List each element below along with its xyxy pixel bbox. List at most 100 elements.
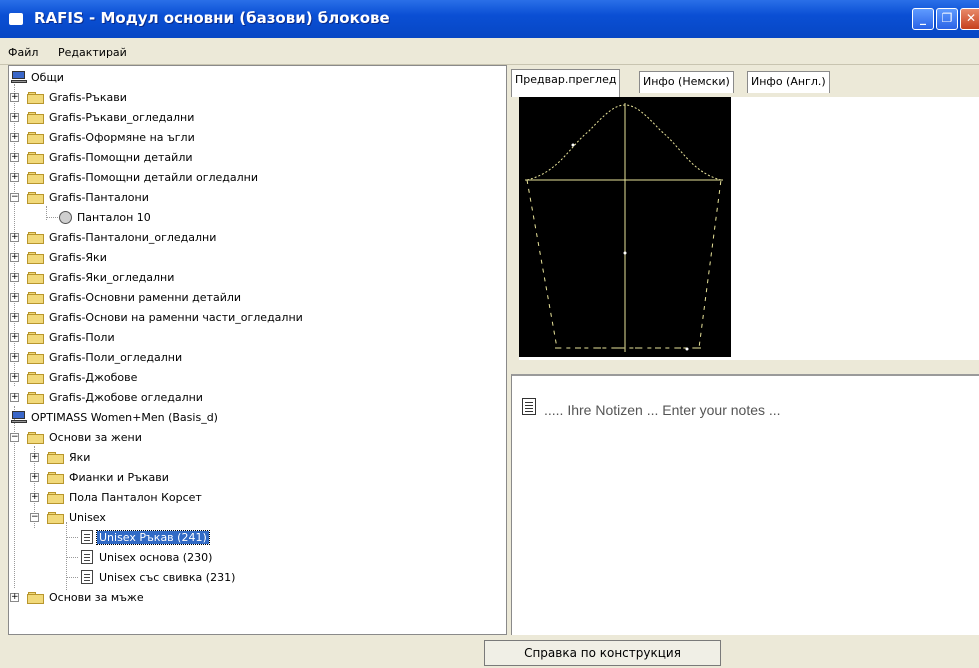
tree-item-label: Фианки и Ръкави [69,471,169,484]
folder-icon [27,231,44,244]
folder-icon [27,271,44,284]
tree-item[interactable]: Unisex основа (230) [9,548,499,567]
tree-item-label: Grafis-Ръкави [49,91,127,104]
tree-item[interactable]: Панталон 10 [9,208,499,227]
expand-icon[interactable]: + [10,93,19,102]
marker-point [571,143,575,147]
expand-icon[interactable]: + [30,493,39,502]
tree-item[interactable]: + Grafis-Яки_огледални [9,268,499,287]
tree-item[interactable]: − Grafis-Панталони [9,188,499,207]
expand-icon[interactable]: + [30,453,39,462]
collapse-icon[interactable]: − [10,433,19,442]
minimize-button[interactable]: _ [912,8,934,30]
computer-icon [11,411,27,423]
tree-item[interactable]: + Grafis-Помощни детайли огледални [9,168,499,187]
expand-icon[interactable]: + [10,353,19,362]
expand-icon[interactable]: + [10,153,19,162]
expand-icon[interactable]: + [10,593,19,602]
tree-item-label: Grafis-Джобове огледални [49,391,203,404]
tree-item-label: Grafis-Оформяне на ъгли [49,131,195,144]
menu-file[interactable]: Файл [8,46,38,59]
tree-item[interactable]: − Основи за жени [9,428,499,447]
pane-splitter[interactable] [511,360,979,374]
folder-icon [27,311,44,324]
tree-item[interactable]: + Grafis-Джобове [9,368,499,387]
menu-bar: Файл Редактирай [0,38,979,65]
tab-bar: Предвар.преглед Инфо (Немски) Инфо (Англ… [511,65,979,97]
open-folder-icon [47,511,64,524]
tree-item-label: Grafis-Поли [49,331,115,344]
tree-root-optimass[interactable]: OPTIMASS Women+Men (Basis_d) [9,408,499,427]
tree-item[interactable]: + Grafis-Панталони_огледални [9,228,499,247]
tree-item-label: Unisex със свивка (231) [99,571,236,584]
expand-icon[interactable]: + [10,173,19,182]
tree-item[interactable]: + Grafis-Джобове огледални [9,388,499,407]
expand-icon[interactable]: + [10,333,19,342]
tree-item-label: OPTIMASS Women+Men (Basis_d) [31,411,218,424]
tree-item-label: Unisex основа (230) [99,551,213,564]
tree-item-label: Основи за мъже [49,591,144,604]
folder-icon [27,251,44,264]
tree-item[interactable]: + Grafis-Основни раменни детайли [9,288,499,307]
tree-item[interactable]: + Grafis-Поли [9,328,499,347]
tab-preview[interactable]: Предвар.преглед [511,69,621,97]
expand-icon[interactable]: + [30,473,39,482]
library-tree[interactable]: Общи + Grafis-Ръкави + Grafis-Ръкави_огл… [8,65,507,635]
tree-item[interactable]: + Grafis-Яки [9,248,499,267]
tab-info-english[interactable]: Инфо (Англ.) [747,71,830,93]
construction-reference-button[interactable]: Справка по конструкция [484,640,721,666]
expand-icon[interactable]: + [10,373,19,382]
tree-item-selected[interactable]: Unisex Ръкав (241) [9,528,499,547]
expand-icon[interactable]: + [10,313,19,322]
tree-item[interactable]: + Grafis-Поли_огледални [9,348,499,367]
tree-item[interactable]: + Фианки и Ръкави [9,468,499,487]
document-icon [81,530,93,544]
tree-item[interactable]: − Unisex [9,508,499,527]
folder-icon [27,151,44,164]
computer-icon [11,71,27,83]
folder-icon [47,491,64,504]
expand-icon[interactable]: + [10,233,19,242]
folder-icon [27,131,44,144]
tree-item[interactable]: + Grafis-Ръкави_огледални [9,108,499,127]
tree-item[interactable]: + Основи за мъже [9,588,499,607]
expand-icon[interactable]: + [10,393,19,402]
tree-root-general[interactable]: Общи [9,68,499,87]
tree-item-label: Grafis-Ръкави_огледални [49,111,195,124]
expand-icon[interactable]: + [10,293,19,302]
open-folder-icon [27,191,44,204]
marker-point [685,347,689,351]
tab-info-german[interactable]: Инфо (Немски) [639,71,734,93]
collapse-icon[interactable]: − [10,193,19,202]
expand-icon[interactable]: + [10,273,19,282]
close-button[interactable]: ✕ [960,8,979,30]
restore-icon: ❐ [941,11,953,25]
close-icon: ✕ [965,11,977,25]
folder-icon [27,391,44,404]
expand-icon[interactable]: + [10,253,19,262]
expand-icon[interactable]: + [10,133,19,142]
notes-area[interactable]: ..... Ihre Notizen ... Enter your notes … [511,374,979,635]
tree-item-label: Панталон 10 [77,211,151,224]
tree-item[interactable]: + Grafis-Ръкави [9,88,499,107]
tree-item-label: Grafis-Основни раменни детайли [49,291,242,304]
expand-icon[interactable]: + [10,113,19,122]
document-icon [81,550,93,564]
tree-item-label: Grafis-Основи на раменни части_огледални [49,311,303,324]
tree-item[interactable]: + Пола Панталон Корсет [9,488,499,507]
tree-item[interactable]: + Яки [9,448,499,467]
menu-edit[interactable]: Редактирай [58,46,127,59]
notes-icon [522,398,536,415]
tree-item[interactable]: + Grafis-Оформяне на ъгли [9,128,499,147]
tree-item-label: Общи [31,71,64,84]
tree-item-label: Основи за жени [49,431,142,444]
pattern-preview [519,97,979,360]
tree-item[interactable]: Unisex със свивка (231) [9,568,499,587]
folder-icon [27,591,44,604]
maximize-button[interactable]: ❐ [936,8,958,30]
folder-icon [27,351,44,364]
collapse-icon[interactable]: − [30,513,39,522]
tree-item[interactable]: + Grafis-Помощни детайли [9,148,499,167]
tree-item[interactable]: + Grafis-Основи на раменни части_огледал… [9,308,499,327]
title-bar[interactable]: RAFIS - Модул основни (базови) блокове _… [0,0,979,38]
